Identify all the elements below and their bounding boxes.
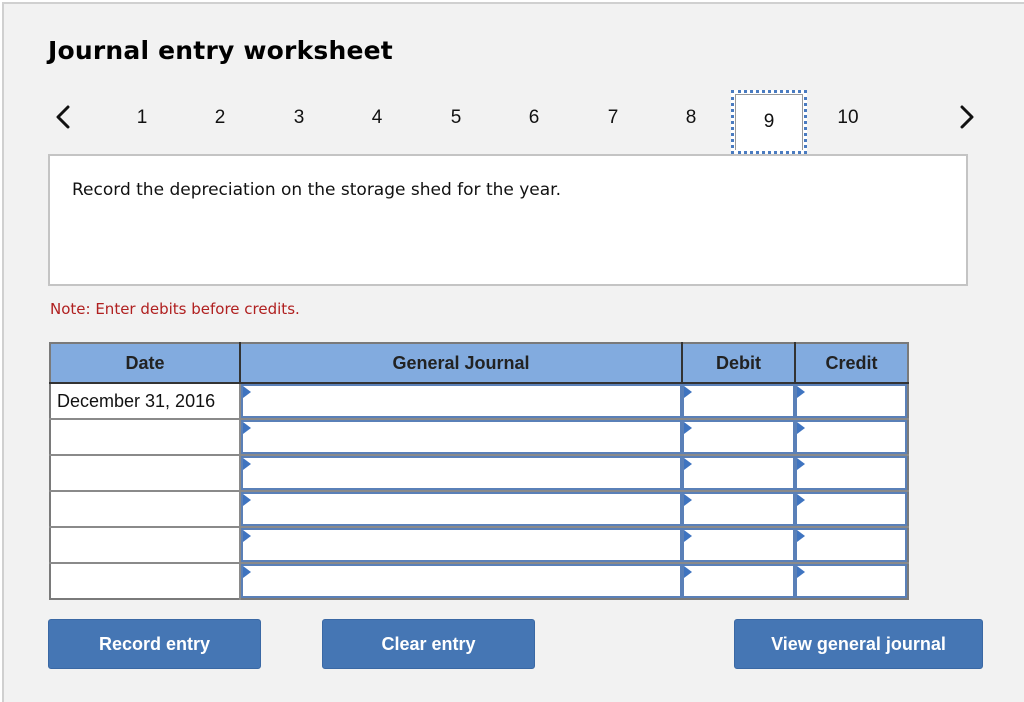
debit-input[interactable] xyxy=(684,530,793,560)
worksheet-panel: Journal entry worksheet 1 2 3 4 5 6 7 8 … xyxy=(2,2,1024,702)
next-page-button[interactable] xyxy=(955,102,979,134)
credit-input[interactable] xyxy=(797,422,905,452)
record-entry-button[interactable]: Record entry xyxy=(48,619,261,669)
chevron-right-icon xyxy=(955,102,979,134)
credit-input[interactable] xyxy=(797,458,905,488)
note-text: Note: Enter debits before credits. xyxy=(50,300,300,318)
date-cell[interactable] xyxy=(50,491,241,528)
column-header-debit: Debit xyxy=(682,343,796,384)
debit-input[interactable] xyxy=(684,494,793,524)
account-input[interactable] xyxy=(243,386,680,416)
journal-header-row: Date General Journal Debit Credit xyxy=(50,343,908,384)
prev-page-button[interactable] xyxy=(52,102,76,134)
account-input[interactable] xyxy=(243,422,680,452)
credit-input[interactable] xyxy=(797,566,905,596)
credit-input[interactable] xyxy=(797,494,905,524)
page-2-button[interactable]: 2 xyxy=(200,107,240,129)
account-cell xyxy=(240,455,682,492)
journal-row xyxy=(50,527,908,564)
debit-input[interactable] xyxy=(684,386,793,416)
credit-cell xyxy=(795,383,908,420)
account-input[interactable] xyxy=(243,566,680,596)
page-10-button[interactable]: 10 xyxy=(828,107,868,129)
column-header-credit: Credit xyxy=(795,343,908,384)
page-title: Journal entry worksheet xyxy=(48,36,393,65)
account-input[interactable] xyxy=(243,530,680,560)
debit-input[interactable] xyxy=(684,422,793,452)
credit-cell xyxy=(795,419,908,456)
journal-table: Date General Journal Debit Credit Decemb… xyxy=(49,342,909,600)
credit-input[interactable] xyxy=(797,530,905,560)
journal-row xyxy=(50,419,908,456)
page-6-button[interactable]: 6 xyxy=(514,107,554,129)
page-5-button[interactable]: 5 xyxy=(436,107,476,129)
credit-cell xyxy=(795,455,908,492)
journal-row xyxy=(50,563,908,599)
debit-cell xyxy=(682,383,795,420)
debit-input[interactable] xyxy=(684,566,793,596)
credit-input[interactable] xyxy=(797,386,905,416)
account-input[interactable] xyxy=(243,458,680,488)
account-cell xyxy=(240,563,682,599)
credit-cell xyxy=(795,491,908,528)
debit-cell xyxy=(682,419,795,456)
date-cell: December 31, 2016 xyxy=(50,383,241,420)
journal-row: December 31, 2016 xyxy=(50,383,908,420)
credit-cell xyxy=(795,563,908,599)
date-cell[interactable] xyxy=(50,419,241,456)
page-1-button[interactable]: 1 xyxy=(122,107,162,129)
prompt-text: Record the depreciation on the storage s… xyxy=(72,180,562,200)
debit-cell xyxy=(682,563,795,599)
page-8-button[interactable]: 8 xyxy=(671,107,711,129)
account-cell xyxy=(240,527,682,564)
account-input[interactable] xyxy=(243,494,680,524)
date-cell[interactable] xyxy=(50,455,241,492)
chevron-left-icon xyxy=(52,102,76,134)
date-cell[interactable] xyxy=(50,527,241,564)
debit-cell xyxy=(682,455,795,492)
debit-input[interactable] xyxy=(684,458,793,488)
page-4-button[interactable]: 4 xyxy=(357,107,397,129)
account-cell xyxy=(240,419,682,456)
debit-cell xyxy=(682,491,795,528)
prompt-box: Record the depreciation on the storage s… xyxy=(48,154,968,286)
account-cell xyxy=(240,383,682,420)
page-7-button[interactable]: 7 xyxy=(593,107,633,129)
credit-cell xyxy=(795,527,908,564)
page-9-button-current[interactable]: 9 xyxy=(731,90,807,154)
column-header-general-journal: General Journal xyxy=(240,343,683,384)
page-3-button[interactable]: 3 xyxy=(279,107,319,129)
debit-cell xyxy=(682,527,795,564)
clear-entry-button[interactable]: Clear entry xyxy=(322,619,535,669)
journal-row xyxy=(50,455,908,492)
view-general-journal-button[interactable]: View general journal xyxy=(734,619,983,669)
date-cell[interactable] xyxy=(50,563,241,599)
journal-row xyxy=(50,491,908,528)
column-header-date: Date xyxy=(50,343,241,384)
account-cell xyxy=(240,491,682,528)
